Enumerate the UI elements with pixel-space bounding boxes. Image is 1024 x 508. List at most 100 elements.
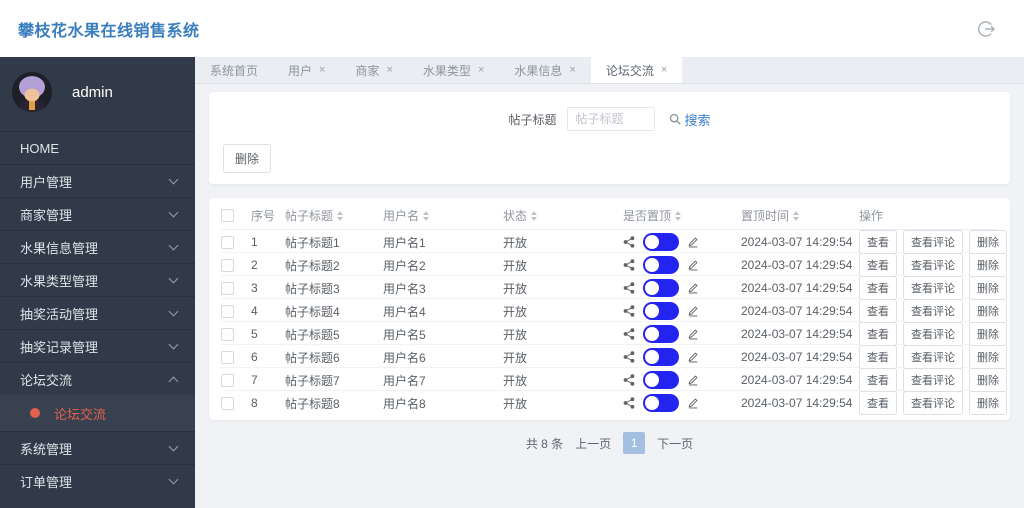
view-button[interactable]: 查看 <box>859 253 897 277</box>
logout-button[interactable] <box>976 19 996 39</box>
pin-toggle[interactable] <box>643 279 679 297</box>
prev-page-button[interactable]: 上一页 <box>575 435 611 452</box>
delete-row-button[interactable]: 删除 <box>969 391 1007 415</box>
search-button[interactable]: 搜索 <box>669 110 711 129</box>
edit-icon[interactable] <box>687 374 699 386</box>
tab-close-icon[interactable]: × <box>661 64 667 76</box>
tab-close-icon[interactable]: × <box>569 64 575 76</box>
row-checkbox[interactable] <box>221 258 234 272</box>
share-icon[interactable] <box>623 328 635 340</box>
row-checkbox[interactable] <box>221 235 234 249</box>
tab-close-icon[interactable]: × <box>478 64 484 76</box>
view-comments-button[interactable]: 查看评论 <box>903 230 963 254</box>
edit-icon[interactable] <box>687 328 699 340</box>
view-button[interactable]: 查看 <box>859 276 897 300</box>
row-checkbox[interactable] <box>221 281 234 295</box>
sidebar-item-label: 商家管理 <box>20 207 73 223</box>
sort-carets[interactable] <box>531 210 538 221</box>
pin-toggle[interactable] <box>643 394 679 412</box>
sidebar-item[interactable]: 抽奖活动管理 <box>0 296 195 329</box>
tab[interactable]: 论坛交流 × <box>590 57 683 83</box>
pin-toggle[interactable] <box>643 256 679 274</box>
delete-row-button[interactable]: 删除 <box>969 230 1007 254</box>
tab[interactable]: 用户 × <box>273 57 340 83</box>
sidebar-item[interactable]: 商家管理 <box>0 197 195 230</box>
share-icon[interactable] <box>623 305 635 317</box>
view-comments-button[interactable]: 查看评论 <box>903 391 963 415</box>
table-row: 8 帖子标题8 用户名8 开放 2024-03-07 14:29:54 查看 查… <box>221 391 1007 415</box>
view-comments-button[interactable]: 查看评论 <box>903 368 963 392</box>
sort-carets[interactable] <box>423 210 430 221</box>
delete-row-button[interactable]: 删除 <box>969 276 1007 300</box>
pin-cell <box>623 325 741 343</box>
pin-toggle[interactable] <box>643 371 679 389</box>
user-name: 用户名7 <box>383 373 426 388</box>
tab[interactable]: 商家 × <box>340 57 407 83</box>
sidebar-subitem[interactable]: 论坛交流 <box>0 395 195 431</box>
delete-row-button[interactable]: 删除 <box>969 299 1007 323</box>
edit-icon[interactable] <box>687 397 699 409</box>
sidebar-item[interactable]: 水果信息管理 <box>0 230 195 263</box>
page-number[interactable]: 1 <box>623 432 646 454</box>
header-checkbox[interactable] <box>221 209 234 222</box>
view-button[interactable]: 查看 <box>859 368 897 392</box>
edit-icon[interactable] <box>687 282 699 294</box>
sort-carets[interactable] <box>675 210 682 221</box>
share-icon[interactable] <box>623 351 635 363</box>
delete-button[interactable]: 删除 <box>223 144 272 173</box>
tab-close-icon[interactable]: × <box>319 64 325 76</box>
row-checkbox[interactable] <box>221 373 234 387</box>
tab[interactable]: 水果类型 × <box>408 57 499 83</box>
row-checkbox[interactable] <box>221 327 234 341</box>
user-name: 用户名2 <box>383 258 426 273</box>
edit-icon[interactable] <box>687 259 699 271</box>
sidebar-item[interactable]: 用户管理 <box>0 164 195 197</box>
row-checkbox[interactable] <box>221 304 234 318</box>
sidebar-item-label: 抽奖活动管理 <box>20 306 99 322</box>
tab-close-icon[interactable]: × <box>386 64 392 76</box>
sidebar-item[interactable]: 系统管理 <box>0 431 195 464</box>
share-icon[interactable] <box>623 374 635 386</box>
delete-row-button[interactable]: 删除 <box>969 322 1007 346</box>
post-title: 帖子标题8 <box>285 396 340 411</box>
view-comments-button[interactable]: 查看评论 <box>903 322 963 346</box>
view-button[interactable]: 查看 <box>859 345 897 369</box>
view-button[interactable]: 查看 <box>859 391 897 415</box>
pin-toggle[interactable] <box>643 233 679 251</box>
pin-toggle[interactable] <box>643 348 679 366</box>
edit-icon[interactable] <box>687 305 699 317</box>
delete-row-button[interactable]: 删除 <box>969 253 1007 277</box>
sidebar-item[interactable]: 水果类型管理 <box>0 263 195 296</box>
sort-carets[interactable] <box>337 210 344 221</box>
pin-toggle[interactable] <box>643 325 679 343</box>
view-comments-button[interactable]: 查看评论 <box>903 276 963 300</box>
row-checkbox[interactable] <box>221 350 234 364</box>
sidebar-item[interactable]: 论坛交流 <box>0 362 195 395</box>
delete-row-button[interactable]: 删除 <box>969 368 1007 392</box>
search-input[interactable] <box>566 107 655 131</box>
tab[interactable]: 水果信息 × <box>499 57 590 83</box>
sort-carets[interactable] <box>793 210 800 221</box>
next-page-button[interactable]: 下一页 <box>657 435 693 452</box>
view-button[interactable]: 查看 <box>859 299 897 323</box>
view-comments-button[interactable]: 查看评论 <box>903 345 963 369</box>
share-icon[interactable] <box>623 259 635 271</box>
row-checkbox[interactable] <box>221 396 234 410</box>
tab[interactable]: 系统首页 <box>195 57 273 83</box>
view-button[interactable]: 查看 <box>859 322 897 346</box>
view-comments-button[interactable]: 查看评论 <box>903 299 963 323</box>
edit-icon[interactable] <box>687 236 699 248</box>
sidebar-item[interactable]: HOME <box>0 131 195 164</box>
column-label: 帖子标题 <box>285 209 334 223</box>
sidebar-item-label: 抽奖记录管理 <box>20 339 99 355</box>
pin-toggle[interactable] <box>643 302 679 320</box>
share-icon[interactable] <box>623 282 635 294</box>
sidebar-item[interactable]: 订单管理 <box>0 464 195 497</box>
share-icon[interactable] <box>623 236 635 248</box>
view-button[interactable]: 查看 <box>859 230 897 254</box>
delete-row-button[interactable]: 删除 <box>969 345 1007 369</box>
sidebar-item[interactable]: 抽奖记录管理 <box>0 329 195 362</box>
edit-icon[interactable] <box>687 351 699 363</box>
share-icon[interactable] <box>623 397 635 409</box>
view-comments-button[interactable]: 查看评论 <box>903 253 963 277</box>
